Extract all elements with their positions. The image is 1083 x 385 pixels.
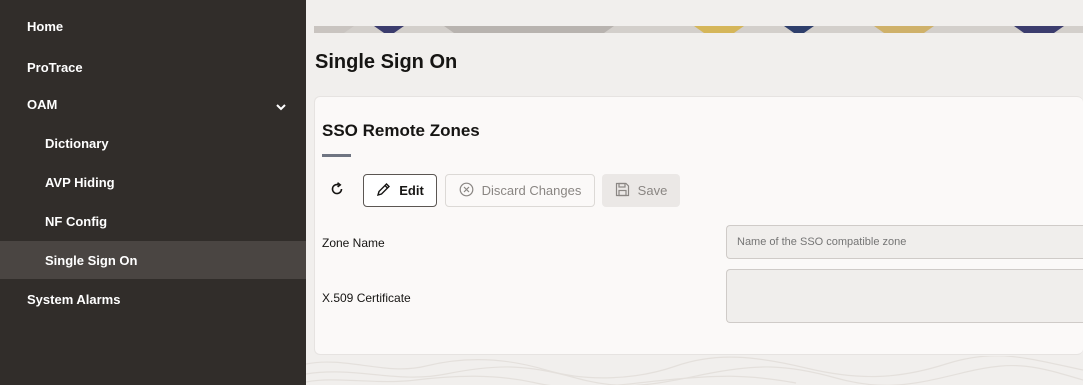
sidebar-item-oam[interactable]: OAM [0, 85, 306, 123]
sidebar-item-home[interactable]: Home [0, 7, 306, 45]
edit-button-label: Edit [399, 183, 424, 198]
refresh-button[interactable] [325, 174, 349, 207]
save-button[interactable]: Save [602, 174, 680, 207]
page-title: Single Sign On [315, 51, 458, 73]
sidebar-item-nf-config[interactable]: NF Config [0, 202, 306, 240]
section-title: SSO Remote Zones [322, 121, 480, 140]
title-underline [322, 154, 351, 157]
pencil-icon [376, 182, 391, 200]
sso-remote-zones-card: SSO Remote Zones Edit Discard Changes Sa… [314, 96, 1083, 355]
sidebar-nav: Home ProTrace OAM Dictionary AVP Hiding … [0, 0, 306, 385]
edit-button[interactable]: Edit [363, 174, 437, 207]
save-button-label: Save [637, 183, 668, 198]
refresh-icon [330, 182, 344, 199]
zone-name-input[interactable] [726, 225, 1083, 259]
sidebar-item-label: Home [27, 18, 64, 34]
circle-x-icon [459, 182, 474, 200]
zone-name-label: Zone Name [322, 236, 385, 250]
decorative-pattern [306, 356, 1083, 385]
decorative-banner [314, 26, 1083, 33]
sidebar-item-label: AVP Hiding [45, 174, 115, 190]
sidebar-item-avp-hiding[interactable]: AVP Hiding [0, 163, 306, 201]
sidebar-item-system-alarms[interactable]: System Alarms [0, 280, 306, 318]
main-content: Single Sign On SSO Remote Zones Edit Dis… [306, 0, 1083, 385]
floppy-disk-icon [615, 182, 630, 200]
sidebar-item-single-sign-on[interactable]: Single Sign On [0, 241, 306, 279]
certificate-textarea[interactable] [726, 269, 1083, 323]
sidebar-item-label: OAM [27, 96, 58, 112]
sidebar-item-label: Dictionary [45, 135, 109, 151]
chevron-down-icon[interactable] [276, 99, 286, 114]
sidebar-item-protrace[interactable]: ProTrace [0, 48, 306, 86]
sidebar-item-label: NF Config [45, 213, 108, 229]
sidebar-item-label: ProTrace [27, 59, 83, 75]
certificate-label: X.509 Certificate [322, 291, 411, 305]
sidebar-item-label: System Alarms [27, 291, 121, 307]
discard-button-label: Discard Changes [481, 183, 582, 198]
sidebar-item-dictionary[interactable]: Dictionary [0, 124, 306, 162]
sidebar-item-label: Single Sign On [45, 252, 138, 268]
discard-changes-button[interactable]: Discard Changes [445, 174, 595, 207]
